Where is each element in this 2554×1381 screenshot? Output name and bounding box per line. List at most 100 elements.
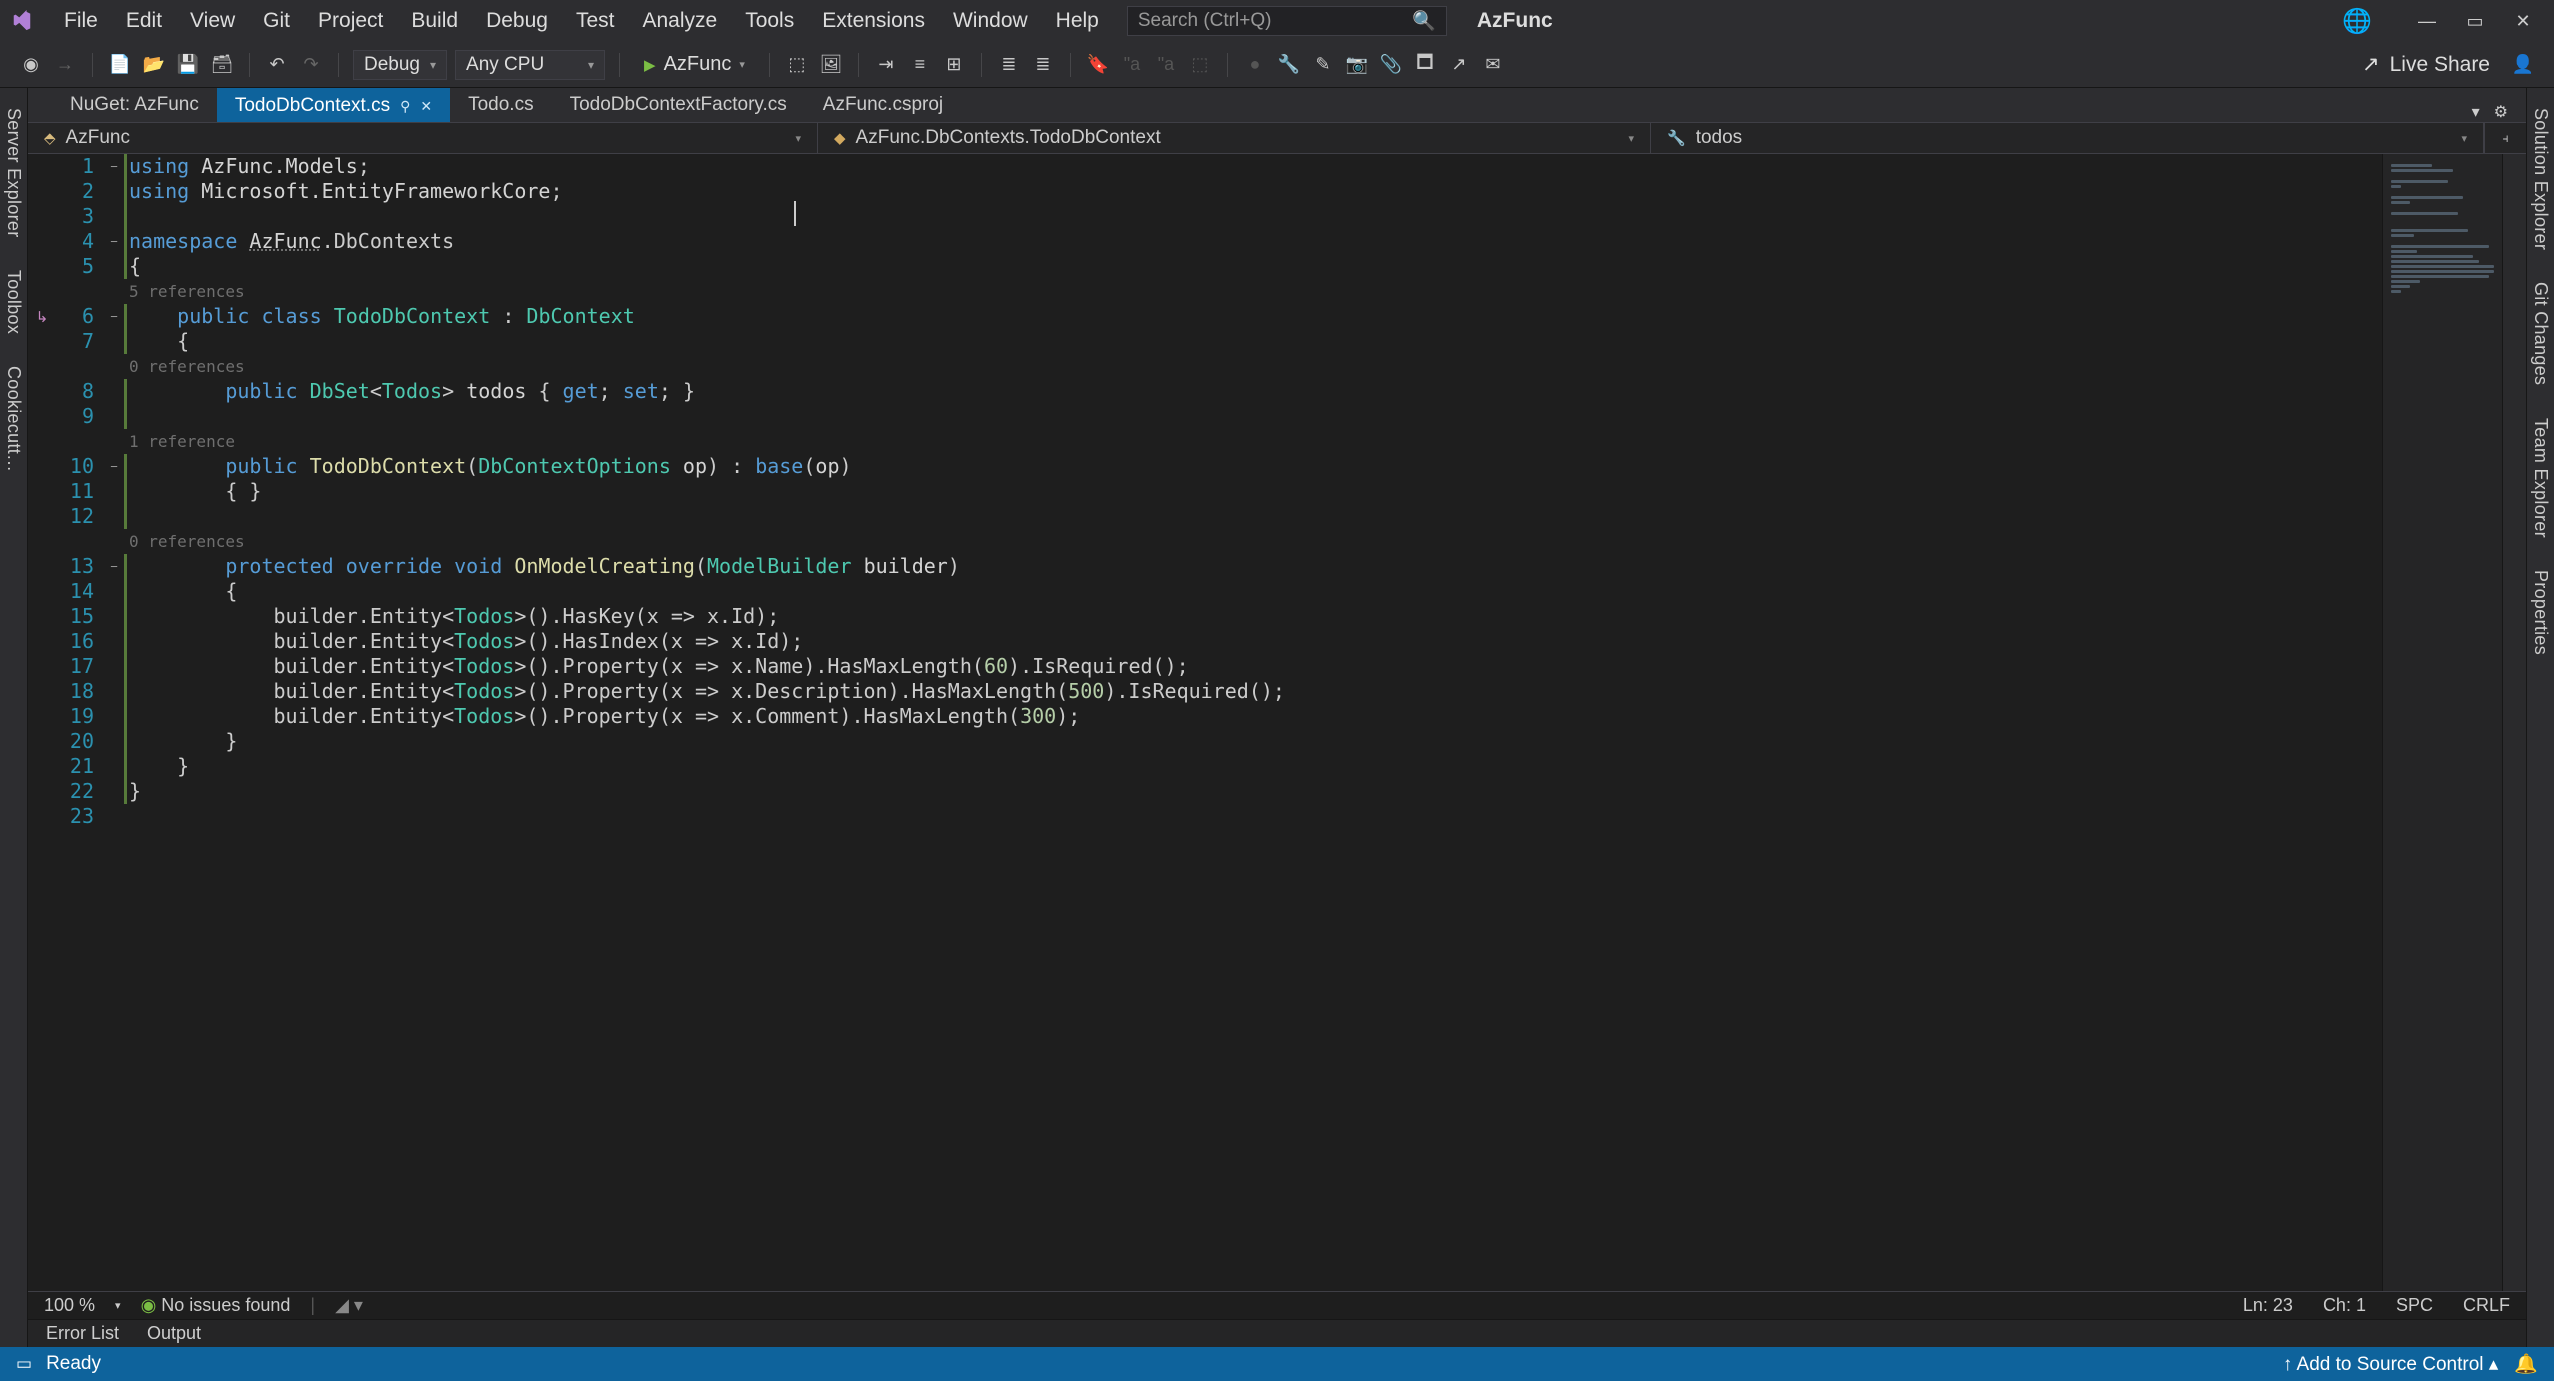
menu-window[interactable]: Window — [939, 3, 1042, 39]
toolbar-icon-12[interactable]: 🔧 — [1276, 52, 1302, 78]
toolbar-icon-7[interactable]: ≣ — [1030, 52, 1056, 78]
toolbar-icon-17[interactable]: ↗ — [1446, 52, 1472, 78]
tooltab-output[interactable]: Output — [147, 1323, 201, 1344]
menu-test[interactable]: Test — [562, 3, 629, 39]
new-item-button[interactable]: 📄 — [107, 52, 133, 78]
menu-git[interactable]: Git — [249, 3, 304, 39]
redo-button[interactable]: ↷ — [298, 52, 324, 78]
codelens[interactable]: 0 references — [124, 529, 2382, 554]
platform-combo[interactable]: Any CPU▾ — [455, 50, 605, 80]
toolbar-icon-13[interactable]: ✎ — [1310, 52, 1336, 78]
code-line[interactable] — [124, 404, 2382, 429]
menu-build[interactable]: Build — [397, 3, 472, 39]
strip-toolbox[interactable]: Toolbox — [1, 264, 26, 340]
toolbar-icon-10[interactable]: ⬚ — [1187, 52, 1213, 78]
codelens[interactable]: 5 references — [124, 279, 2382, 304]
vertical-scrollbar[interactable] — [2502, 154, 2526, 1291]
code-line[interactable]: using Microsoft.EntityFrameworkCore; — [124, 179, 2382, 204]
config-combo[interactable]: Debug▾ — [353, 50, 447, 80]
undo-button[interactable]: ↶ — [264, 52, 290, 78]
code-line[interactable]: } — [124, 729, 2382, 754]
code-line[interactable]: { — [124, 329, 2382, 354]
code-line[interactable]: } — [124, 779, 2382, 804]
tab-overflow-button[interactable]: ▾ — [2472, 102, 2480, 122]
menu-file[interactable]: File — [50, 3, 112, 39]
code-line[interactable]: builder.Entity<Todos>().Property(x => x.… — [124, 679, 2382, 704]
line-indicator[interactable]: Ln: 23 — [2243, 1295, 2293, 1316]
nav-project-combo[interactable]: ⬘ AzFunc ▾ — [28, 123, 818, 153]
code-line[interactable]: public TodoDbContext(DbContextOptions op… — [124, 454, 2382, 479]
add-source-control-button[interactable]: ↑ Add to Source Control ▴ — [2283, 1353, 2499, 1376]
code-line[interactable]: { — [124, 579, 2382, 604]
close-button[interactable]: ✕ — [2500, 4, 2546, 38]
issues-indicator[interactable]: ◉ No issues found — [141, 1295, 291, 1316]
tab-nuget-azfunc[interactable]: NuGet: AzFunc — [52, 88, 217, 122]
tab-tododbcontextfactory-cs[interactable]: TodoDbContextFactory.cs — [552, 88, 805, 122]
toolbar-icon-8[interactable]: "a — [1119, 52, 1145, 78]
codelens[interactable]: 1 reference — [124, 429, 2382, 454]
toolbar-icon-5[interactable]: ⊞ — [941, 52, 967, 78]
code-line[interactable]: builder.Entity<Todos>().Property(x => x.… — [124, 704, 2382, 729]
code-line[interactable]: protected override void OnModelCreating(… — [124, 554, 2382, 579]
nav-type-combo[interactable]: ◆ AzFunc.DbContexts.TodoDbContext ▾ — [818, 123, 1651, 153]
code-line[interactable]: } — [124, 754, 2382, 779]
code-line[interactable]: public DbSet<Todos> todos { get; set; } — [124, 379, 2382, 404]
tab-todo-cs[interactable]: Todo.cs — [450, 88, 551, 122]
nav-member-combo[interactable]: 🔧 todos ▾ — [1651, 123, 2484, 153]
menu-help[interactable]: Help — [1042, 3, 1113, 39]
strip-team-explorer[interactable]: Team Explorer — [2528, 412, 2553, 544]
toolbar-icon-14[interactable]: 📷 — [1344, 52, 1370, 78]
code-line[interactable] — [124, 504, 2382, 529]
toolbar-icon-6[interactable]: ≣ — [996, 52, 1022, 78]
account-button[interactable]: 👤 — [2510, 52, 2536, 78]
menu-edit[interactable]: Edit — [112, 3, 176, 39]
menu-tools[interactable]: Tools — [731, 3, 808, 39]
menu-view[interactable]: View — [176, 3, 249, 39]
strip-solution-explorer[interactable]: Solution Explorer — [2528, 102, 2553, 256]
code-line[interactable]: builder.Entity<Todos>().HasIndex(x => x.… — [124, 629, 2382, 654]
strip-git-changes[interactable]: Git Changes — [2528, 276, 2553, 391]
toolbar-icon-9[interactable]: "a — [1153, 52, 1179, 78]
toolbar-icon-2[interactable]: 🖼 — [818, 52, 844, 78]
search-box[interactable]: Search (Ctrl+Q) 🔍 — [1127, 6, 1447, 36]
fold-toggle[interactable]: − — [104, 554, 124, 579]
fold-toggle[interactable]: − — [104, 304, 124, 329]
code-area[interactable]: using AzFunc.Models;using Microsoft.Enti… — [124, 154, 2382, 1291]
save-button[interactable]: 💾 — [175, 52, 201, 78]
live-share-button[interactable]: ↗ Live Share — [2350, 52, 2502, 77]
menu-debug[interactable]: Debug — [472, 3, 562, 39]
toolbar-icon-4[interactable]: ≡ — [907, 52, 933, 78]
minimap[interactable] — [2382, 154, 2502, 1291]
back-button[interactable]: ◉ — [18, 52, 44, 78]
code-line[interactable] — [124, 204, 2382, 229]
strip-server-explorer[interactable]: Server Explorer — [1, 102, 26, 244]
code-line[interactable] — [124, 804, 2382, 829]
maximize-button[interactable]: ▭ — [2452, 4, 2498, 38]
code-line[interactable]: using AzFunc.Models; — [124, 154, 2382, 179]
eol-indicator[interactable]: CRLF — [2463, 1295, 2510, 1316]
forward-button[interactable]: → — [52, 52, 78, 78]
code-line[interactable]: builder.Entity<Todos>().HasKey(x => x.Id… — [124, 604, 2382, 629]
toolbar-icon-1[interactable]: ⬚ — [784, 52, 810, 78]
code-line[interactable]: namespace AzFunc.DbContexts — [124, 229, 2382, 254]
menu-project[interactable]: Project — [304, 3, 397, 39]
zoom-chevron-icon[interactable]: ▾ — [115, 1299, 121, 1312]
start-button[interactable]: ▶ AzFunc ▾ — [634, 50, 755, 80]
open-button[interactable]: 📂 — [141, 52, 167, 78]
nav-chevron-icon[interactable]: ◢ ▾ — [335, 1295, 363, 1316]
fold-toggle[interactable]: − — [104, 154, 124, 179]
tooltab-error-list[interactable]: Error List — [46, 1323, 119, 1344]
code-line[interactable]: builder.Entity<Todos>().Property(x => x.… — [124, 654, 2382, 679]
indent-indicator[interactable]: SPC — [2396, 1295, 2433, 1316]
toolbar-icon-11[interactable]: ● — [1242, 52, 1268, 78]
notifications-icon[interactable]: 🔔 — [2514, 1352, 2538, 1376]
strip-properties[interactable]: Properties — [2528, 564, 2553, 661]
tab-settings-icon[interactable]: ⚙ — [2494, 102, 2508, 122]
menu-analyze[interactable]: Analyze — [628, 3, 731, 39]
tab-azfunc-csproj[interactable]: AzFunc.csproj — [805, 88, 961, 122]
toolbar-icon-16[interactable]: 🗖 — [1412, 52, 1438, 78]
code-line[interactable]: { — [124, 254, 2382, 279]
pin-icon[interactable]: ⚲ — [400, 98, 410, 115]
code-line[interactable]: { } — [124, 479, 2382, 504]
toolbar-icon-18[interactable]: ✉ — [1480, 52, 1506, 78]
